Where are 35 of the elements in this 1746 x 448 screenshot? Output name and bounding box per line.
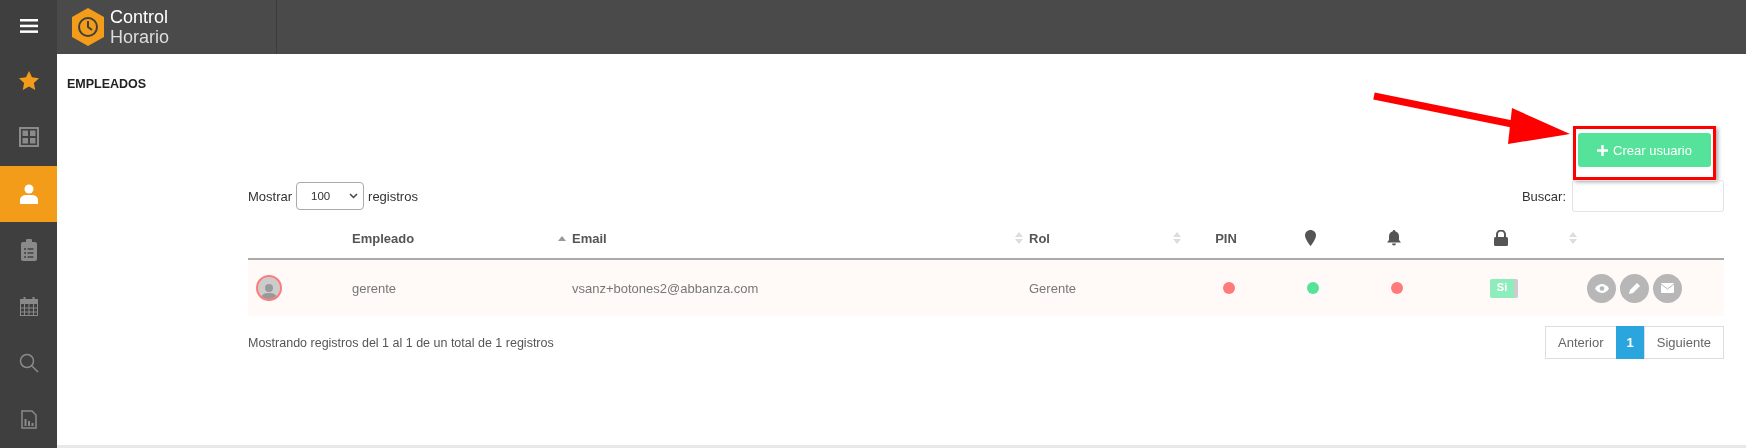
logo-text: Control [110, 7, 170, 27]
edit-button[interactable] [1620, 273, 1649, 303]
logo-text: Horario [110, 27, 170, 47]
records-label: registros [368, 188, 418, 204]
clipboard-icon[interactable] [20, 239, 37, 262]
menu-icon[interactable] [19, 19, 38, 34]
table-cell: Gerente [1029, 280, 1076, 296]
table-cell: gerente [352, 280, 397, 296]
search-label: Buscar: [1521, 188, 1566, 204]
sidebar-item[interactable] [0, 165, 57, 223]
calendar-icon[interactable] [19, 297, 38, 317]
pencil-icon [1628, 282, 1641, 294]
page-button[interactable]: Anterior [1545, 326, 1617, 359]
show-label: Mostrar [248, 188, 293, 204]
bell-icon [1387, 230, 1401, 246]
grid-icon[interactable] [18, 127, 39, 148]
lock-icon [1494, 230, 1508, 246]
search-icon[interactable] [18, 353, 39, 374]
page-button[interactable]: Siguiente [1643, 326, 1724, 359]
email-button[interactable] [1653, 273, 1682, 303]
table-cell: vsanz+botones2@abbanza.com [572, 280, 759, 296]
report-icon[interactable] [20, 410, 37, 430]
map-marker-icon [1304, 230, 1316, 246]
page-title: EMPLEADOS [66, 76, 148, 93]
view-button[interactable] [1587, 273, 1616, 303]
chevron-icon [349, 193, 359, 199]
plus-icon [1597, 144, 1609, 156]
avatar-icon [256, 275, 282, 301]
star-icon[interactable] [18, 71, 39, 91]
page-size-dropdown[interactable]: 100 [296, 182, 365, 210]
envelope-icon [1661, 283, 1674, 293]
eye-icon [1594, 283, 1609, 293]
search-field[interactable] [1572, 180, 1724, 212]
table-info: Mostrando registros del 1 al 1 de un total de 1 registros [248, 335, 554, 350]
logo-icon [70, 7, 106, 47]
